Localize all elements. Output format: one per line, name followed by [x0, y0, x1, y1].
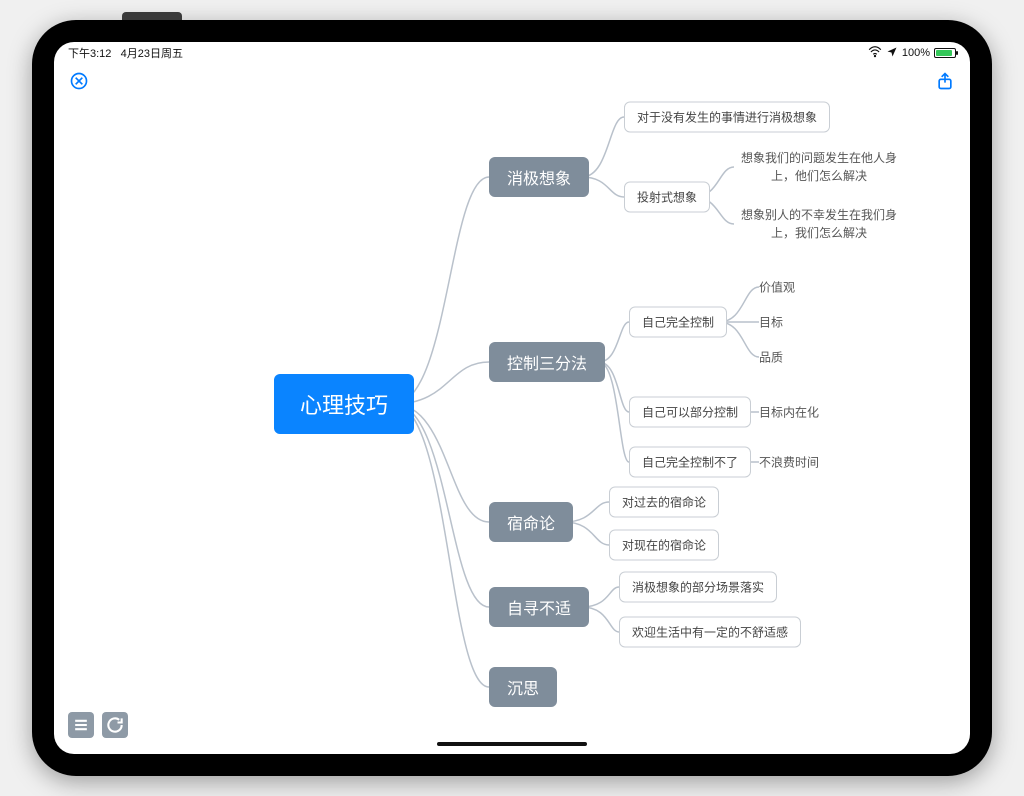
node-b4-l1[interactable]: 消极想象的部分场景落实: [619, 572, 777, 603]
node-b2-l1c[interactable]: 品质: [759, 347, 783, 368]
mindmap-canvas[interactable]: 心理技巧 消极想象 对于没有发生的事情进行消极想象 投射式想象 想象我们的问题发…: [54, 42, 970, 754]
node-b3-l2[interactable]: 对现在的宿命论: [609, 530, 719, 561]
home-indicator: [437, 742, 587, 746]
node-b2[interactable]: 控制三分法: [489, 342, 605, 382]
node-b1-l2b[interactable]: 想象别人的不幸发生在我们身上，我们怎么解决: [734, 204, 904, 244]
node-b3-l1[interactable]: 对过去的宿命论: [609, 487, 719, 518]
node-b1[interactable]: 消极想象: [489, 157, 589, 197]
node-b1-l2a[interactable]: 想象我们的问题发生在他人身上，他们怎么解决: [734, 147, 904, 187]
node-b2-l3a[interactable]: 不浪费时间: [759, 452, 819, 473]
ipad-frame: 下午3:12 4月23日周五 100%: [32, 20, 992, 776]
node-b5[interactable]: 沉思: [489, 667, 557, 707]
node-b1-l1[interactable]: 对于没有发生的事情进行消极想象: [624, 102, 830, 133]
node-root[interactable]: 心理技巧: [274, 374, 414, 434]
node-b2-l1a[interactable]: 价值观: [759, 277, 795, 298]
node-b4-l2[interactable]: 欢迎生活中有一定的不舒适感: [619, 617, 801, 648]
node-b1-l2[interactable]: 投射式想象: [624, 182, 710, 213]
node-b2-l3[interactable]: 自己完全控制不了: [629, 447, 751, 478]
screen: 下午3:12 4月23日周五 100%: [54, 42, 970, 754]
node-b3[interactable]: 宿命论: [489, 502, 573, 542]
node-b2-l1b[interactable]: 目标: [759, 312, 783, 333]
node-b4[interactable]: 自寻不适: [489, 587, 589, 627]
node-b2-l1[interactable]: 自己完全控制: [629, 307, 727, 338]
node-b2-l2a[interactable]: 目标内在化: [759, 402, 819, 423]
node-b2-l2[interactable]: 自己可以部分控制: [629, 397, 751, 428]
